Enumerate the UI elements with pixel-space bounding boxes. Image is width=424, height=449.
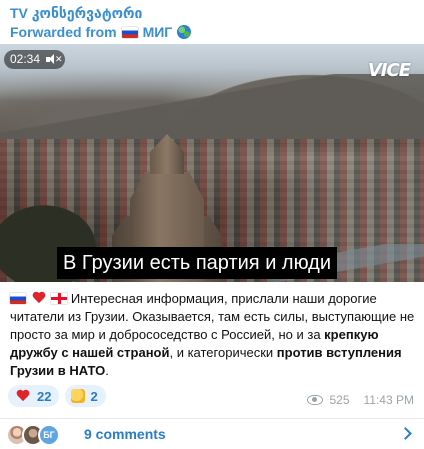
muted-speaker-icon[interactable]: ✕ (46, 54, 63, 65)
eye-icon (307, 395, 324, 405)
channel-title[interactable]: TV კონსერვატორი (10, 4, 414, 22)
vice-watermark: VICE (367, 60, 411, 81)
commenter-avatars: БГ (6, 422, 76, 446)
russia-flag-icon (10, 293, 26, 304)
heart-icon (16, 390, 30, 403)
video-player[interactable]: 02:34 ✕ VICE В Грузии есть партия и люди (0, 44, 424, 282)
post-card: TV კონსერვატორი Forwarded from МИГ 02:34… (0, 0, 424, 449)
globe-icon (177, 25, 192, 39)
message-part-2: , и категорически (169, 345, 277, 360)
post-meta: 525 11:43 PM (307, 393, 414, 407)
forwarded-from[interactable]: Forwarded from МИГ (10, 23, 414, 41)
message-text: Интересная информация, прислали наши дор… (10, 290, 416, 380)
georgia-flag-icon (51, 293, 68, 304)
chevron-right-icon (399, 427, 412, 440)
reaction-heart[interactable]: 22 (8, 385, 60, 407)
forwarded-source: МИГ (142, 24, 173, 40)
message-part-3: . (105, 363, 109, 378)
thumbs-up-icon (71, 389, 86, 403)
view-count: 525 (329, 393, 350, 407)
video-duration: 02:34 (10, 52, 41, 66)
reaction-count: 2 (90, 388, 98, 404)
post-time: 11:43 PM (363, 393, 414, 407)
russia-flag-icon (121, 26, 138, 38)
reaction-thumbs-up[interactable]: 2 (65, 385, 106, 407)
comments-count-label: 9 comments (84, 426, 166, 442)
comments-link[interactable]: БГ 9 comments (0, 419, 424, 449)
avatar: БГ (38, 424, 60, 446)
heart-icon (32, 292, 46, 305)
reactions-bar: 22 2 (8, 385, 106, 407)
reaction-count: 22 (37, 388, 52, 404)
post-header: TV კონსერვატორი Forwarded from МИГ (10, 4, 414, 41)
video-duration-badge[interactable]: 02:34 ✕ (4, 50, 66, 69)
forwarded-prefix: Forwarded from (10, 24, 117, 40)
video-subtitle: В Грузии есть партия и люди (57, 247, 337, 279)
